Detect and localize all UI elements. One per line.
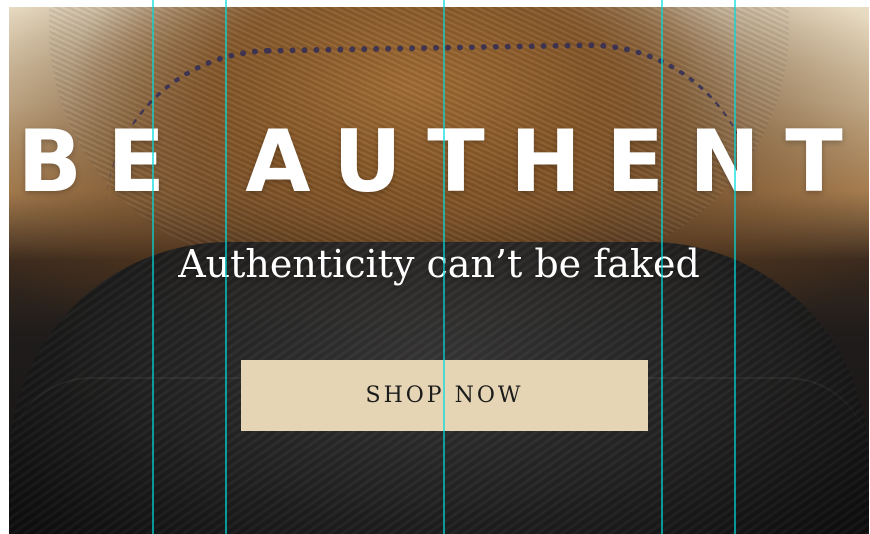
hero-headline: BE AUTHENTIC [17,112,869,212]
hero-subheadline: Authenticity can’t be faked [178,242,700,286]
hero-banner: BE AUTHENTIC Authenticity can’t be faked… [9,7,869,534]
shop-now-button[interactable]: SHOP NOW [241,360,648,431]
